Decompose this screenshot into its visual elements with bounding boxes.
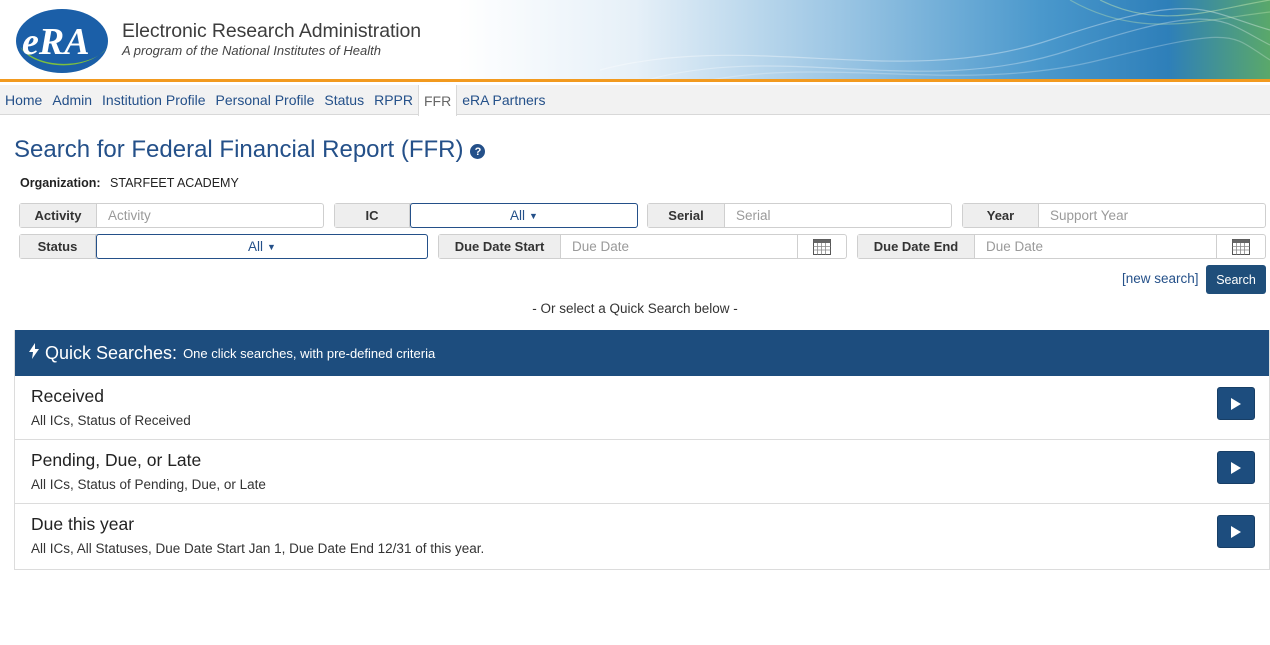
- nav-item-home[interactable]: Home: [0, 85, 47, 114]
- nav-item-personal-profile[interactable]: Personal Profile: [211, 85, 320, 114]
- or-select-text: - Or select a Quick Search below -: [532, 301, 738, 316]
- quick-searches-header: Quick Searches: One click searches, with…: [15, 330, 1269, 376]
- status-label: Status: [20, 235, 96, 258]
- question-circle-icon[interactable]: ?: [470, 144, 486, 159]
- nav-item-institution-profile[interactable]: Institution Profile: [97, 85, 211, 114]
- ic-select-value: All: [510, 208, 526, 223]
- quick-searches-subtitle: One click searches, with pre-defined cri…: [183, 345, 436, 361]
- new-search-link[interactable]: [new search]: [1122, 271, 1199, 286]
- serial-filter: Serial: [647, 203, 952, 228]
- due-date-end-calendar-button[interactable]: [1216, 235, 1265, 258]
- ic-filter: IC All ▼: [334, 203, 638, 228]
- brand-subtitle: A program of the National Institutes of …: [122, 43, 381, 58]
- ic-select[interactable]: All ▼: [410, 203, 638, 228]
- bolt-icon: [29, 342, 39, 364]
- caret-down-icon: ▼: [267, 241, 276, 252]
- play-icon: [1231, 397, 1241, 410]
- calendar-icon: [813, 238, 831, 255]
- main-nav: Home Admin Institution Profile Personal …: [0, 85, 1270, 116]
- quick-search-item: Due this year All ICs, All Statuses, Due…: [15, 504, 1269, 568]
- serial-input[interactable]: [725, 204, 951, 227]
- quick-searches-panel: Quick Searches: One click searches, with…: [14, 330, 1270, 570]
- calendar-icon: [1232, 238, 1250, 255]
- search-button[interactable]: Search: [1206, 265, 1266, 294]
- page-title-text: Search for Federal Financial Report (FFR…: [14, 136, 464, 163]
- quick-search-name: Pending, Due, or Late: [31, 450, 202, 470]
- status-select[interactable]: All ▼: [96, 234, 428, 259]
- quick-search-description: All ICs, Status of Received: [31, 413, 191, 428]
- due-date-start-filter: Due Date Start: [438, 234, 847, 259]
- quick-searches-title: Quick Searches:: [45, 342, 178, 363]
- quick-search-go-button-due-this-year[interactable]: [1217, 515, 1255, 548]
- nav-item-ffr[interactable]: FFR: [417, 85, 458, 116]
- organization-info: Organization: STARFEET ACADEMY: [20, 176, 239, 190]
- status-filter: Status All ▼: [19, 234, 428, 259]
- activity-label: Activity: [20, 204, 97, 227]
- quick-search-go-button-pending[interactable]: [1217, 451, 1255, 484]
- page-title: Search for Federal Financial Report (FFR…: [14, 136, 486, 164]
- brand-title: Electronic Research Administration: [122, 20, 421, 42]
- quick-search-name: Due this year: [31, 514, 135, 534]
- quick-search-item: Received All ICs, Status of Received: [15, 376, 1269, 440]
- year-filter: Year: [962, 203, 1266, 228]
- due-date-end-label: Due Date End: [858, 235, 975, 258]
- year-input[interactable]: [1039, 204, 1265, 227]
- due-date-start-calendar-button[interactable]: [797, 235, 846, 258]
- play-icon: [1231, 461, 1241, 474]
- site-header: eRA Electronic Research Administration A…: [0, 0, 1270, 82]
- due-date-start-label: Due Date Start: [439, 235, 561, 258]
- serial-label: Serial: [648, 204, 725, 227]
- ic-label: IC: [335, 204, 410, 227]
- quick-search-go-button-received[interactable]: [1217, 387, 1255, 420]
- organization-label: Organization:: [20, 176, 101, 190]
- due-date-end-input[interactable]: [975, 235, 1216, 258]
- nav-item-rppr[interactable]: RPPR: [369, 85, 418, 114]
- caret-down-icon: ▼: [529, 210, 538, 221]
- logo-text: eRA: [22, 21, 90, 63]
- play-icon: [1231, 525, 1241, 538]
- era-logo: eRA: [16, 9, 108, 73]
- nav-item-admin[interactable]: Admin: [47, 85, 97, 114]
- due-date-start-input[interactable]: [561, 235, 797, 258]
- activity-input[interactable]: [97, 204, 323, 227]
- nav-item-status[interactable]: Status: [319, 85, 369, 114]
- quick-search-name: Received: [31, 386, 104, 406]
- header-wave-graphic: [600, 0, 1270, 79]
- quick-search-item: Pending, Due, or Late All ICs, Status of…: [15, 440, 1269, 504]
- quick-search-description: All ICs, Status of Pending, Due, or Late: [31, 477, 266, 492]
- status-select-value: All: [248, 239, 264, 254]
- due-date-end-filter: Due Date End: [857, 234, 1266, 259]
- year-label: Year: [963, 204, 1039, 227]
- activity-filter: Activity: [19, 203, 324, 228]
- nav-item-era-partners[interactable]: eRA Partners: [457, 85, 550, 114]
- quick-search-description: All ICs, All Statuses, Due Date Start Ja…: [31, 541, 485, 556]
- organization-value: STARFEET ACADEMY: [110, 176, 239, 190]
